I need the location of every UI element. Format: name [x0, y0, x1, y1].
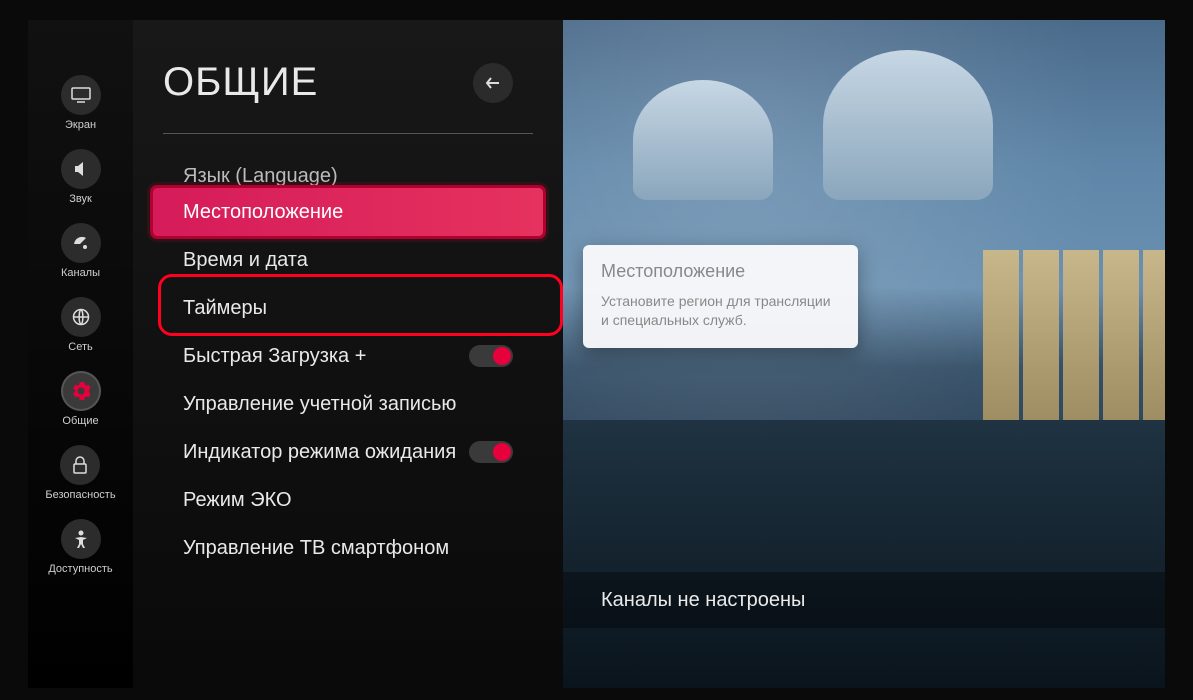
sidebar-item-label: Экран — [65, 119, 96, 131]
sidebar-item-label: Каналы — [61, 267, 100, 279]
tooltip-title: Местоположение — [601, 261, 840, 282]
sidebar-item-general[interactable]: Общие — [61, 371, 101, 427]
sidebar-item-label: Общие — [62, 415, 98, 427]
divider — [163, 133, 533, 134]
toggle-switch[interactable] — [469, 345, 513, 367]
sidebar-item-label: Безопасность — [45, 489, 115, 501]
sidebar-item-accessibility[interactable]: Доступность — [48, 519, 112, 575]
sidebar-item-security[interactable]: Безопасность — [45, 445, 115, 501]
menu-item-label: Быстрая Загрузка + — [183, 345, 366, 368]
settings-panel: ОБЩИЕ Язык (Language) Местоположение Вре… — [133, 20, 563, 688]
globe-icon — [61, 297, 101, 337]
menu-item-datetime[interactable]: Время и дата — [163, 236, 533, 284]
menu-item-location[interactable]: Местоположение — [153, 188, 543, 236]
menu-item-label: Режим ЭКО — [183, 489, 292, 512]
speaker-icon — [61, 149, 101, 189]
menu-item-label: Управление ТВ смартфоном — [183, 537, 449, 560]
menu-item-language[interactable]: Язык (Language) — [163, 154, 533, 188]
menu-item-quickstart[interactable]: Быстрая Загрузка + — [163, 332, 533, 380]
menu-item-timers[interactable]: Таймеры — [163, 284, 533, 332]
help-tooltip: Местоположение Установите регион для тра… — [583, 245, 858, 348]
menu-item-label: Управление учетной записью — [183, 393, 456, 416]
menu-item-label: Время и дата — [183, 249, 308, 272]
menu-item-eco[interactable]: Режим ЭКО — [163, 476, 533, 524]
sidebar-item-channels[interactable]: Каналы — [61, 223, 101, 279]
menu-item-mobile-control[interactable]: Управление ТВ смартфоном — [163, 524, 533, 572]
toggle-switch[interactable] — [469, 441, 513, 463]
menu-item-standby-indicator[interactable]: Индикатор режима ожидания — [163, 428, 533, 476]
lock-icon — [60, 445, 100, 485]
sidebar-item-sound[interactable]: Звук — [61, 149, 101, 205]
preview-pane: Местоположение Установите регион для тра… — [563, 20, 1165, 688]
monitor-icon — [61, 75, 101, 115]
status-bar: Каналы не настроены — [563, 572, 1165, 628]
satellite-icon — [61, 223, 101, 263]
gear-icon — [61, 371, 101, 411]
sidebar-item-label: Доступность — [48, 563, 112, 575]
menu-item-label: Язык (Language) — [183, 165, 338, 188]
menu-item-label: Индикатор режима ожидания — [183, 441, 456, 464]
settings-menu: Язык (Language) Местоположение Время и д… — [163, 154, 563, 572]
back-button[interactable] — [473, 63, 513, 103]
status-text: Каналы не настроены — [601, 589, 805, 612]
tooltip-body: Установите регион для трансляции и специ… — [601, 292, 840, 330]
back-arrow-icon — [484, 74, 502, 92]
sidebar-item-screen[interactable]: Экран — [61, 75, 101, 131]
settings-sidebar: Экран Звук Каналы Сеть Общие — [28, 20, 133, 688]
menu-item-account[interactable]: Управление учетной записью — [163, 380, 533, 428]
sidebar-item-network[interactable]: Сеть — [61, 297, 101, 353]
sidebar-item-label: Звук — [69, 193, 92, 205]
sidebar-item-label: Сеть — [68, 341, 92, 353]
menu-item-label: Таймеры — [183, 297, 267, 320]
person-icon — [61, 519, 101, 559]
panel-title: ОБЩИЕ — [163, 60, 318, 105]
menu-item-label: Местоположение — [183, 201, 343, 224]
